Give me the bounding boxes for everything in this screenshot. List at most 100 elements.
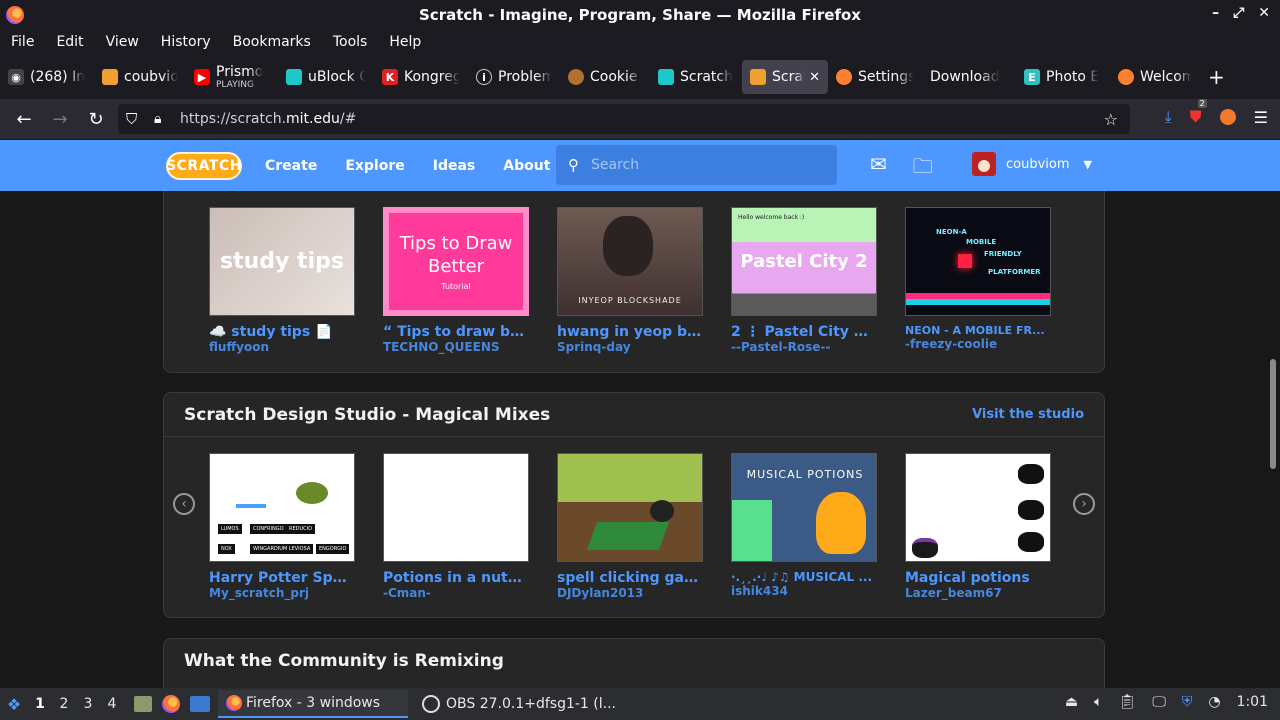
workspace-1[interactable]: 1 xyxy=(28,696,52,712)
desktop-icon[interactable] xyxy=(190,696,210,712)
tab-item[interactable]: Download xyxy=(922,60,1016,94)
project-card[interactable]: Tips to Draw Better Tutorial “ Tips to dr… xyxy=(383,207,529,354)
tray-upload-icon[interactable]: ⏏ xyxy=(1065,694,1078,710)
project-title[interactable]: Magical potions xyxy=(905,570,1051,586)
new-tab-button[interactable]: + xyxy=(1208,65,1225,89)
hamburger-menu-icon[interactable]: ☰ xyxy=(1254,108,1268,127)
nav-create[interactable]: Create xyxy=(265,158,317,174)
download-icon[interactable]: ⤓ xyxy=(1165,107,1172,127)
project-card[interactable]: Magical potions Lazer_beam67 xyxy=(905,453,1051,600)
firefox-launcher-icon[interactable] xyxy=(162,695,180,713)
menu-edit[interactable]: Edit xyxy=(45,34,94,50)
tab-item[interactable]: uBlock O xyxy=(278,60,374,94)
maximize-button[interactable]: ⤢ xyxy=(1233,5,1244,21)
project-title[interactable]: Harry Potter Spells xyxy=(209,570,355,586)
project-title[interactable]: 2 ⋮ Pastel City 2 -... xyxy=(731,324,877,340)
project-author[interactable]: -freezy-coolie xyxy=(905,337,1051,351)
url-bar[interactable]: ⛉ 🔒︎ https://scratch.mit.edu/# ☆ xyxy=(118,104,1130,134)
menu-view[interactable]: View xyxy=(95,34,150,50)
project-thumbnail[interactable]: INYEOP BLOCKSHADE xyxy=(557,207,703,316)
tab-item[interactable]: i Problem xyxy=(468,60,560,94)
project-title[interactable]: hwang in yeop blo... xyxy=(557,324,703,340)
close-tab-icon[interactable]: ✕ xyxy=(809,70,820,85)
nav-about[interactable]: About xyxy=(503,158,550,174)
tab-item[interactable]: Welcom xyxy=(1110,60,1200,94)
bookmark-star-icon[interactable]: ☆ xyxy=(1104,110,1118,129)
project-author[interactable]: Sprinq-day xyxy=(557,340,703,354)
extension-icon[interactable] xyxy=(1219,109,1236,125)
start-menu-icon[interactable]: ❖ xyxy=(0,695,28,714)
tray-clipboard-icon[interactable]: 📋︎ xyxy=(1119,694,1137,710)
project-card[interactable]: Potions in a nutsh... -Cman- xyxy=(383,453,529,600)
project-thumbnail[interactable]: study tips xyxy=(209,207,355,316)
project-card[interactable]: study tips ☁️ study tips 📄 fluffyoon xyxy=(209,207,355,354)
messages-icon[interactable]: ✉ xyxy=(870,152,887,186)
project-card[interactable]: NEON-A MOBILE FRIENDLY PLATFORMER NEON -… xyxy=(905,207,1051,351)
minimize-button[interactable]: – xyxy=(1212,5,1219,21)
tab-item[interactable]: E Photo E xyxy=(1016,60,1110,94)
project-author[interactable]: My_scratch_prj xyxy=(209,586,355,600)
project-title[interactable]: NEON - A MOBILE FR... xyxy=(905,324,1051,337)
project-thumbnail[interactable]: NEON-A MOBILE FRIENDLY PLATFORMER xyxy=(905,207,1051,316)
project-thumbnail[interactable]: LUMOS CONFRINGO REDUCIO NOX WINGARDIUM L… xyxy=(209,453,355,562)
carousel-prev-icon[interactable]: ‹ xyxy=(173,493,195,515)
volume-icon[interactable]: 🔈︎ xyxy=(1094,694,1102,710)
tab-item[interactable]: ◉ (268) In xyxy=(0,60,94,94)
project-author[interactable]: DJDylan2013 xyxy=(557,586,703,600)
project-author[interactable]: ishik434 xyxy=(731,584,877,598)
project-author[interactable]: TECHNO_QUEENS xyxy=(383,340,529,354)
project-thumbnail[interactable]: Hello welcome back :) Pastel City 2 xyxy=(731,207,877,316)
project-title[interactable]: Potions in a nutsh... xyxy=(383,570,529,586)
tab-item-active[interactable]: Scratc✕ xyxy=(742,60,828,94)
reload-button[interactable]: ↻ xyxy=(78,109,114,130)
menu-history[interactable]: History xyxy=(150,34,222,50)
tab-item[interactable]: ▶ Prismo PLAYING xyxy=(186,60,278,94)
taskbar-firefox-button[interactable]: Firefox - 3 windows xyxy=(218,690,408,718)
tab-item[interactable]: Cookie C xyxy=(560,60,650,94)
nav-ideas[interactable]: Ideas xyxy=(433,158,476,174)
menu-tools[interactable]: Tools xyxy=(322,34,379,50)
network-icon[interactable]: ◔ xyxy=(1208,694,1220,710)
project-author[interactable]: fluffyoon xyxy=(209,340,355,354)
scratch-logo[interactable]: SCRATCH xyxy=(166,152,242,180)
carousel-next-icon[interactable]: › xyxy=(1073,493,1095,515)
back-button[interactable]: ← xyxy=(6,109,42,130)
project-card[interactable]: spell clicking game DJDylan2013 xyxy=(557,453,703,600)
project-thumbnail[interactable] xyxy=(905,453,1051,562)
project-thumbnail[interactable]: Tips to Draw Better Tutorial xyxy=(383,207,529,316)
close-window-button[interactable]: ✕ xyxy=(1258,5,1270,21)
my-stuff-folder-icon[interactable]: 🗀 xyxy=(913,152,933,186)
project-card[interactable]: Hello welcome back :) Pastel City 2 2 ⋮ P… xyxy=(731,207,877,354)
tab-item[interactable]: Scratch xyxy=(650,60,742,94)
project-thumbnail[interactable] xyxy=(557,453,703,562)
workspace-3[interactable]: 3 xyxy=(76,696,100,712)
nav-explore[interactable]: Explore xyxy=(345,158,404,174)
taskbar-obs-button[interactable]: OBS 27.0.1+dfsg1-1 (l... xyxy=(414,690,624,718)
project-title[interactable]: spell clicking game xyxy=(557,570,703,586)
menu-bookmarks[interactable]: Bookmarks xyxy=(222,34,322,50)
tray-display-icon[interactable]: 🖵 xyxy=(1152,694,1166,710)
project-author[interactable]: -Cman- xyxy=(383,586,529,600)
project-title[interactable]: ·.¸¸.·♩ ♪♫ MUSICAL ... xyxy=(731,570,877,584)
page-scrollbar[interactable] xyxy=(1270,359,1276,469)
shield-icon[interactable]: ⛉ xyxy=(126,110,137,128)
clock[interactable]: 1:01 xyxy=(1237,694,1268,710)
tab-item[interactable]: Settings xyxy=(828,60,922,94)
menu-help[interactable]: Help xyxy=(378,34,432,50)
tab-item[interactable]: K Kongreg xyxy=(374,60,468,94)
update-notification-icon[interactable]: ⛨ xyxy=(1182,694,1193,710)
project-title[interactable]: ☁️ study tips 📄 xyxy=(209,324,355,340)
workspace-2[interactable]: 2 xyxy=(52,696,76,712)
menu-file[interactable]: File xyxy=(0,34,45,50)
lock-icon[interactable]: 🔒︎ xyxy=(154,111,161,127)
project-card[interactable]: INYEOP BLOCKSHADE hwang in yeop blo... S… xyxy=(557,207,703,354)
project-thumbnail[interactable]: MUSICAL POTIONS xyxy=(731,453,877,562)
workspace-4[interactable]: 4 xyxy=(100,696,124,712)
user-menu[interactable]: coubviom ▼ xyxy=(972,152,1092,176)
project-author[interactable]: Lazer_beam67 xyxy=(905,586,1051,600)
file-manager-icon[interactable] xyxy=(134,696,152,712)
search-input[interactable]: ⚲ Search xyxy=(556,145,837,185)
project-card[interactable]: MUSICAL POTIONS ·.¸¸.·♩ ♪♫ MUSICAL ... i… xyxy=(731,453,877,598)
visit-studio-link[interactable]: Visit the studio xyxy=(972,407,1084,422)
project-author[interactable]: --Pastel-Rose-- xyxy=(731,340,877,354)
